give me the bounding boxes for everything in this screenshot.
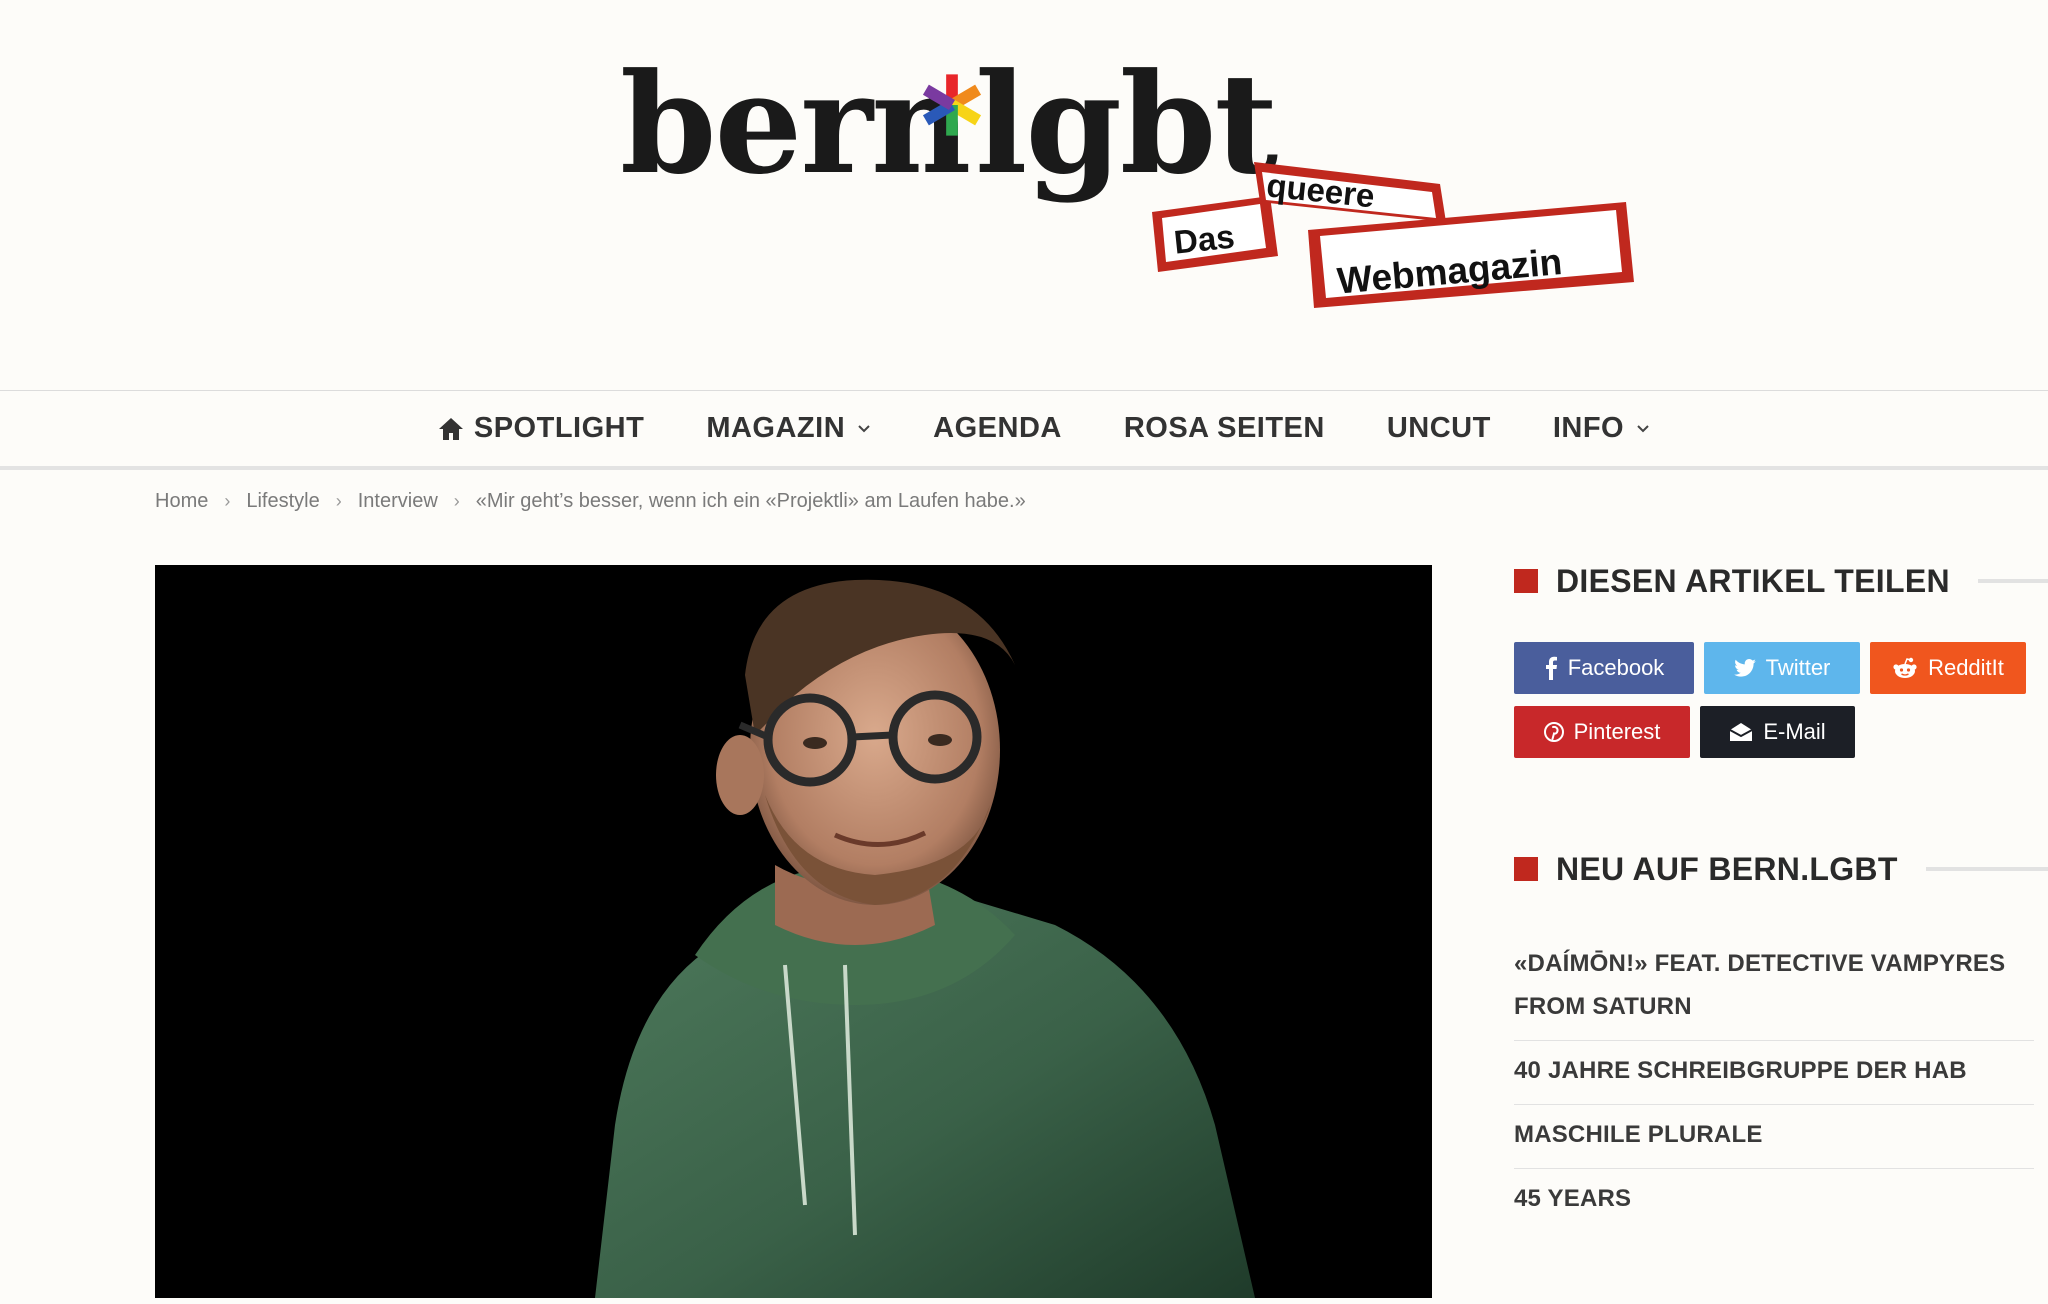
breadcrumb-lifestyle[interactable]: Lifestyle bbox=[246, 490, 319, 513]
news-item[interactable]: 40 JAHRE SCHREIBGRUPPE DER HAB bbox=[1514, 1041, 2034, 1105]
share-reddit-label: RedditIt bbox=[1928, 655, 2004, 680]
nav-label-magazin: MAGAZIN bbox=[706, 412, 846, 444]
chevron-right-icon: › bbox=[335, 491, 342, 511]
share-title-text: DIESEN ARTIKEL TEILEN bbox=[1556, 562, 1950, 599]
latest-news-widget: NEU AUF BERN.LGBT «DAÍMŌN!» FEAT. DETECT… bbox=[1514, 848, 2048, 1232]
breadcrumb-interview[interactable]: Interview bbox=[358, 490, 438, 513]
share-pinterest-label: Pinterest bbox=[1573, 719, 1661, 744]
nav-item-rosa-seiten[interactable]: ROSA SEITEN bbox=[1124, 412, 1325, 445]
nav-item-spotlight[interactable]: SPOTLIGHT bbox=[438, 412, 644, 445]
share-buttons: Facebook Twitter RedditIt Pinterest E-Ma… bbox=[1514, 642, 2034, 758]
nav-label-agenda: AGENDA bbox=[933, 412, 1062, 444]
chevron-down-icon bbox=[858, 424, 870, 432]
chevron-right-icon: › bbox=[224, 491, 231, 511]
pinterest-icon bbox=[1543, 722, 1564, 742]
share-email-label: E-Mail bbox=[1763, 719, 1826, 744]
share-reddit-button[interactable]: RedditIt bbox=[1870, 642, 2026, 694]
nav-label-spotlight: SPOTLIGHT bbox=[473, 412, 645, 444]
tagline-das: Das bbox=[1172, 218, 1236, 261]
breadcrumb-current: «Mir geht’s besser, wenn ich ein «Projek… bbox=[475, 490, 1026, 512]
site-header: bern lgbt Das queere Webmagazin bbox=[0, 0, 2048, 390]
facebook-icon bbox=[1545, 656, 1557, 680]
sidebar: DIESEN ARTIKEL TEILEN Facebook Twitter R… bbox=[1514, 560, 2048, 1232]
reddit-icon bbox=[1893, 657, 1917, 678]
chevron-down-icon bbox=[1637, 424, 1649, 432]
main-navigation: SPOTLIGHT MAGAZIN AGENDA ROSA SEITEN UNC… bbox=[0, 390, 2048, 470]
nav-item-magazin[interactable]: MAGAZIN bbox=[706, 412, 871, 445]
share-facebook-label: Facebook bbox=[1567, 655, 1665, 680]
nav-item-uncut[interactable]: UNCUT bbox=[1387, 412, 1491, 445]
share-twitter-label: Twitter bbox=[1765, 655, 1831, 680]
news-item[interactable]: 45 YEARS bbox=[1514, 1169, 2034, 1232]
share-pinterest-button[interactable]: Pinterest bbox=[1514, 706, 1690, 758]
twitter-icon bbox=[1733, 659, 1756, 677]
share-widget-title: DIESEN ARTIKEL TEILEN bbox=[1514, 560, 2048, 602]
logo-tagline: Das queere Webmagazin bbox=[1152, 162, 1634, 308]
home-icon bbox=[438, 417, 463, 440]
portrait-photo bbox=[155, 565, 1432, 1298]
breadcrumb-home[interactable]: Home bbox=[155, 490, 208, 513]
title-marker bbox=[1514, 569, 1538, 593]
nav-item-agenda[interactable]: AGENDA bbox=[933, 412, 1062, 445]
share-facebook-button[interactable]: Facebook bbox=[1514, 642, 1694, 694]
title-divider bbox=[1977, 579, 2048, 583]
news-item[interactable]: «DAÍMŌN!» FEAT. DETECTIVE VAMPYRES FROM … bbox=[1514, 934, 2034, 1041]
nav-label-rosa-seiten: ROSA SEITEN bbox=[1123, 412, 1325, 444]
news-item[interactable]: MASCHILE PLURALE bbox=[1514, 1105, 2034, 1169]
news-title-text: NEU AUF BERN.LGBT bbox=[1556, 850, 1898, 887]
nav-label-uncut: UNCUT bbox=[1386, 412, 1491, 444]
title-divider bbox=[1925, 867, 2048, 871]
chevron-right-icon: › bbox=[453, 491, 460, 511]
nav-item-info[interactable]: INFO bbox=[1553, 412, 1650, 445]
share-twitter-button[interactable]: Twitter bbox=[1704, 642, 1860, 694]
site-logo[interactable]: bern lgbt Das queere Webmagazin bbox=[620, 55, 1640, 325]
breadcrumb: Home › Lifestyle › Interview › «Mir geht… bbox=[155, 490, 1026, 513]
title-marker bbox=[1514, 857, 1538, 881]
news-list: «DAÍMŌN!» FEAT. DETECTIVE VAMPYRES FROM … bbox=[1514, 934, 2034, 1232]
tagline-queere: queere bbox=[1265, 166, 1376, 214]
article-hero-image bbox=[155, 565, 1432, 1298]
news-widget-title: NEU AUF BERN.LGBT bbox=[1514, 848, 2048, 890]
share-email-button[interactable]: E-Mail bbox=[1700, 706, 1855, 758]
nav-label-info: INFO bbox=[1552, 412, 1625, 444]
email-icon bbox=[1729, 723, 1753, 741]
